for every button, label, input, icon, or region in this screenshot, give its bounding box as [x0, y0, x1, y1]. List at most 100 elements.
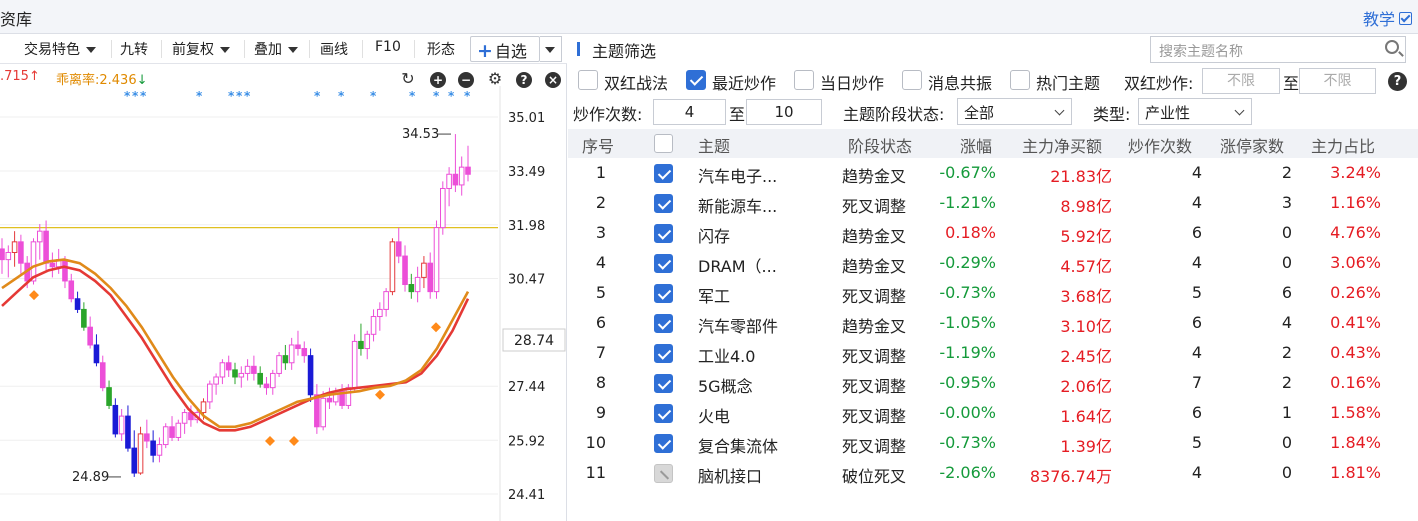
row-stage: 趋势金叉 [842, 257, 907, 276]
toolbar-trade-feature[interactable]: 交易特色 [24, 39, 96, 59]
table-row[interactable]: 6 汽车零部件 趋势金叉 -1.05% 3.10亿 6 4 0.41% [568, 309, 1418, 339]
table-row[interactable]: 1 汽车电子... 趋势金叉 -0.67% 21.83亿 4 2 3.24% [568, 159, 1418, 189]
candle-body [383, 291, 389, 310]
row-theme[interactable]: 汽车零部件 [698, 313, 778, 337]
checkbox-hot[interactable] [1010, 70, 1030, 90]
col-no[interactable]: 序号 [582, 133, 614, 157]
star-marker: * [132, 89, 139, 103]
row-checkbox[interactable] [654, 464, 673, 483]
stage-select[interactable]: 全部 [957, 98, 1072, 125]
candlestick-chart[interactable]: 35.01 33.49 31.98 30.47 28.74 27.44 25.92 24.41… [0, 86, 567, 521]
row-change: -2.06% [939, 463, 996, 482]
row-net-buy: 1.64亿 [1060, 407, 1112, 426]
table-row[interactable]: 5 军工 死叉调整 -0.73% 3.68亿 5 6 0.26% [568, 279, 1418, 309]
toolbar-f10[interactable]: F10 [375, 39, 401, 55]
table-row[interactable]: 10 复合集流体 死叉调整 -0.73% 1.39亿 5 0 1.84% [568, 429, 1418, 459]
row-theme[interactable]: 5G概念 [698, 373, 753, 397]
row-net-buy: 2.45亿 [1060, 347, 1112, 366]
candle-body [74, 298, 81, 310]
toolbar-jiuzhuan[interactable]: 九转 [120, 39, 148, 59]
shuanghong-min-input[interactable]: 不限 [1202, 68, 1280, 94]
row-checkbox[interactable] [654, 194, 673, 213]
high-price-label: 34.53 [402, 127, 439, 142]
toolbar-pattern[interactable]: 形态 [427, 39, 455, 59]
toolbar-draw-line[interactable]: 画线 [320, 39, 348, 59]
top-bar: 资库 教学 [0, 0, 1418, 34]
row-limit-up: 4 [1281, 313, 1292, 332]
search-icon[interactable] [1385, 40, 1399, 54]
candle-body [358, 340, 364, 350]
checkbox-recent[interactable] [686, 70, 706, 90]
row-checkbox[interactable] [654, 404, 673, 423]
col-net-buy[interactable]: 主力净买额 [1022, 133, 1102, 157]
current-price-label: 28.74 [514, 333, 554, 349]
row-checkbox[interactable] [654, 224, 673, 243]
col-main-ratio[interactable]: 主力占比 [1311, 133, 1375, 157]
candle-body [93, 344, 100, 364]
candle-body [244, 365, 251, 374]
row-theme[interactable]: DRAM（... [698, 253, 777, 277]
row-checkbox[interactable] [654, 164, 673, 183]
checkbox-today[interactable] [794, 70, 814, 90]
self-select-dropdown[interactable] [540, 36, 562, 62]
candle-body [295, 344, 301, 350]
count-to-input[interactable]: 10 [746, 99, 822, 125]
row-main-ratio: 1.84% [1330, 433, 1381, 452]
table-row[interactable]: 2 新能源车... 死叉调整 -1.21% 8.98亿 4 3 1.16% [568, 189, 1418, 219]
row-theme[interactable]: 汽车电子... [698, 163, 777, 187]
label-news: 消息共振 [928, 74, 993, 93]
checkbox-shuanghong[interactable] [578, 70, 598, 90]
toolbar-overlay[interactable]: 叠加 [254, 39, 298, 59]
table-row[interactable]: 9 火电 死叉调整 -0.00% 1.64亿 6 1 1.58% [568, 399, 1418, 429]
row-net-buy: 3.68亿 [1060, 287, 1112, 306]
table-row[interactable]: 3 闪存 趋势金叉 0.18% 5.92亿 6 0 4.76% [568, 219, 1418, 249]
candle-body [43, 230, 49, 264]
candle-body [18, 241, 24, 264]
checkbox-news[interactable] [902, 70, 922, 90]
col-theme[interactable]: 主题 [698, 133, 730, 157]
label-to: 至 [1283, 74, 1300, 93]
row-theme[interactable]: 脑机接口 [698, 463, 762, 487]
panel-header: 主题筛选 搜索主题名称 [568, 34, 1418, 64]
count-from-input[interactable]: 4 [653, 99, 726, 125]
col-stage[interactable]: 阶段状态 [848, 133, 912, 157]
col-limit-up[interactable]: 涨停家数 [1220, 133, 1284, 157]
shuanghong-max-input[interactable]: 不限 [1299, 68, 1376, 94]
self-select-button[interactable]: + 自选 [470, 36, 540, 62]
theme-search-input[interactable]: 搜索主题名称 [1150, 36, 1406, 63]
table-row[interactable]: 8 5G概念 死叉调整 -0.95% 2.06亿 7 2 0.16% [568, 369, 1418, 399]
table-row[interactable]: 4 DRAM（... 趋势金叉 -0.29% 4.57亿 4 0 3.06% [568, 249, 1418, 279]
row-change: 0.18% [945, 223, 996, 242]
candle-body [377, 308, 383, 318]
candle-body [87, 326, 93, 346]
table-row[interactable]: 7 工业4.0 死叉调整 -1.19% 2.45亿 4 2 0.43% [568, 339, 1418, 369]
toolbar-adjust[interactable]: 前复权 [172, 39, 230, 59]
row-theme[interactable]: 闪存 [698, 223, 730, 247]
row-checkbox[interactable] [654, 344, 673, 363]
col-change[interactable]: 涨幅 [960, 133, 992, 157]
diamond-marker [29, 290, 39, 301]
row-theme[interactable]: 工业4.0 [698, 343, 755, 367]
row-checkbox[interactable] [654, 254, 673, 273]
row-theme[interactable]: 新能源车... [698, 193, 777, 217]
row-theme[interactable]: 复合集流体 [698, 433, 778, 457]
diamond-marker [431, 322, 441, 333]
candle-body [414, 276, 421, 293]
row-checkbox[interactable] [654, 314, 673, 333]
row-checkbox[interactable] [654, 374, 673, 393]
select-all-checkbox[interactable] [654, 134, 673, 153]
row-checkbox[interactable] [654, 284, 673, 303]
row-checkbox[interactable] [654, 434, 673, 453]
type-select[interactable]: 产业性 [1138, 98, 1252, 125]
row-theme[interactable]: 军工 [698, 283, 730, 307]
teach-link[interactable]: 教学 [1363, 6, 1412, 30]
col-hype-count[interactable]: 炒作次数 [1128, 133, 1192, 157]
filter-row-2: 炒作次数: 4 至 10 主题阶段状态: 全部 类型: 产业性 [568, 97, 1418, 127]
row-theme[interactable]: 火电 [698, 403, 730, 427]
table-row[interactable]: 11 脑机接口 破位死叉 -2.06% 8376.74万 4 0 1.81% [568, 459, 1418, 489]
candle-body [389, 241, 396, 293]
label-count: 炒作次数: [573, 105, 643, 124]
help-icon[interactable]: ? [1388, 72, 1407, 91]
candle-body [257, 372, 263, 385]
row-stage: 破位死叉 [842, 467, 907, 486]
